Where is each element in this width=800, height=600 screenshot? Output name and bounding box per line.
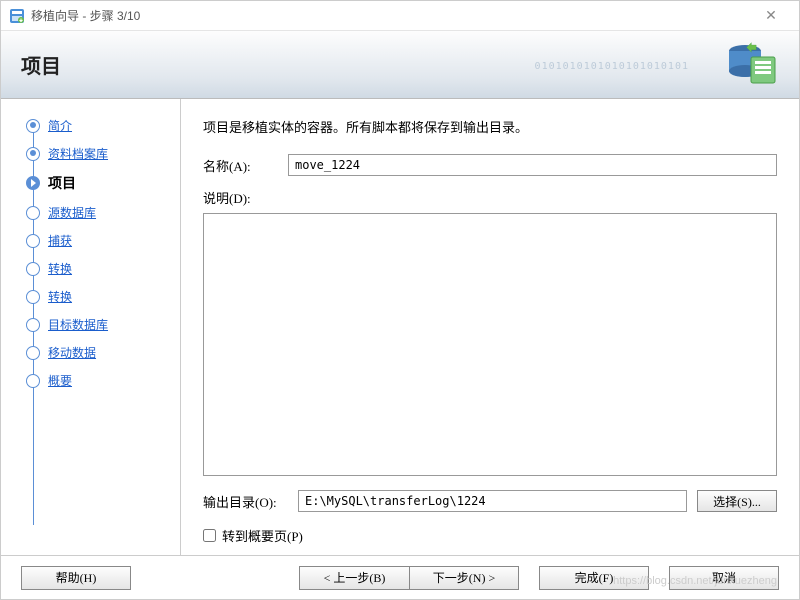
step-marker-icon [26,346,40,360]
description-textarea[interactable] [203,213,777,476]
step-label: 项目 [48,173,76,193]
step-target-db[interactable]: 目标数据库 [26,316,170,333]
step-label: 概要 [48,372,72,389]
goto-summary-checkbox[interactable] [203,529,216,542]
help-button[interactable]: 帮助(H) [21,566,131,590]
database-icon [725,41,779,89]
goto-summary-label: 转到概要页(P) [222,526,303,545]
main-panel: 项目是移植实体的容器。所有脚本都将保存到输出目录。 名称(A): 说明(D): … [181,99,799,555]
step-project[interactable]: 项目 [26,173,170,193]
step-marker-icon [26,147,40,161]
step-label: 移动数据 [48,344,96,361]
step-label: 简介 [48,117,72,134]
select-dir-button[interactable]: 选择(S)... [697,490,777,512]
header: 项目 0101010101010101010101 [1,31,799,99]
step-repository[interactable]: 资料档案库 [26,145,170,162]
description-label: 说明(D): [203,188,777,207]
window-title: 移植向导 - 步骤 3/10 [31,7,751,24]
step-label: 源数据库 [48,204,96,221]
next-button[interactable]: 下一步(N) > [409,566,519,590]
finish-button[interactable]: 完成(F) [539,566,649,590]
cancel-button[interactable]: 取消 [669,566,779,590]
step-label: 资料档案库 [48,145,108,162]
step-marker-icon [26,234,40,248]
close-icon[interactable]: ✕ [751,7,791,24]
step-marker-icon [26,374,40,388]
step-label: 目标数据库 [48,316,108,333]
back-button[interactable]: < 上一步(B) [299,566,409,590]
step-label: 转换 [48,260,72,277]
step-marker-icon [26,176,40,190]
name-input[interactable] [288,154,777,176]
step-label: 转换 [48,288,72,305]
output-dir-label: 输出目录(O): [203,492,288,511]
step-convert-2[interactable]: 转换 [26,288,170,305]
step-convert[interactable]: 转换 [26,260,170,277]
step-marker-icon [26,206,40,220]
output-dir-input[interactable] [298,490,687,512]
step-summary[interactable]: 概要 [26,372,170,389]
wizard-steps-sidebar: 简介 资料档案库 项目 源数据库 捕获 转换 [1,99,181,555]
header-decoration: 0101010101010101010101 [535,61,689,72]
step-marker-icon [26,318,40,332]
step-marker-icon [26,119,40,133]
page-title: 项目 [21,50,61,79]
step-capture[interactable]: 捕获 [26,232,170,249]
app-icon [9,8,25,24]
name-label: 名称(A): [203,156,288,175]
step-label: 捕获 [48,232,72,249]
intro-text: 项目是移植实体的容器。所有脚本都将保存到输出目录。 [203,117,777,136]
step-marker-icon [26,290,40,304]
step-marker-icon [26,262,40,276]
step-intro[interactable]: 简介 [26,117,170,134]
step-move-data[interactable]: 移动数据 [26,344,170,361]
step-source-db[interactable]: 源数据库 [26,204,170,221]
footer: 帮助(H) < 上一步(B) 下一步(N) > 完成(F) 取消 https:/… [1,555,799,599]
titlebar: 移植向导 - 步骤 3/10 ✕ [1,1,799,31]
